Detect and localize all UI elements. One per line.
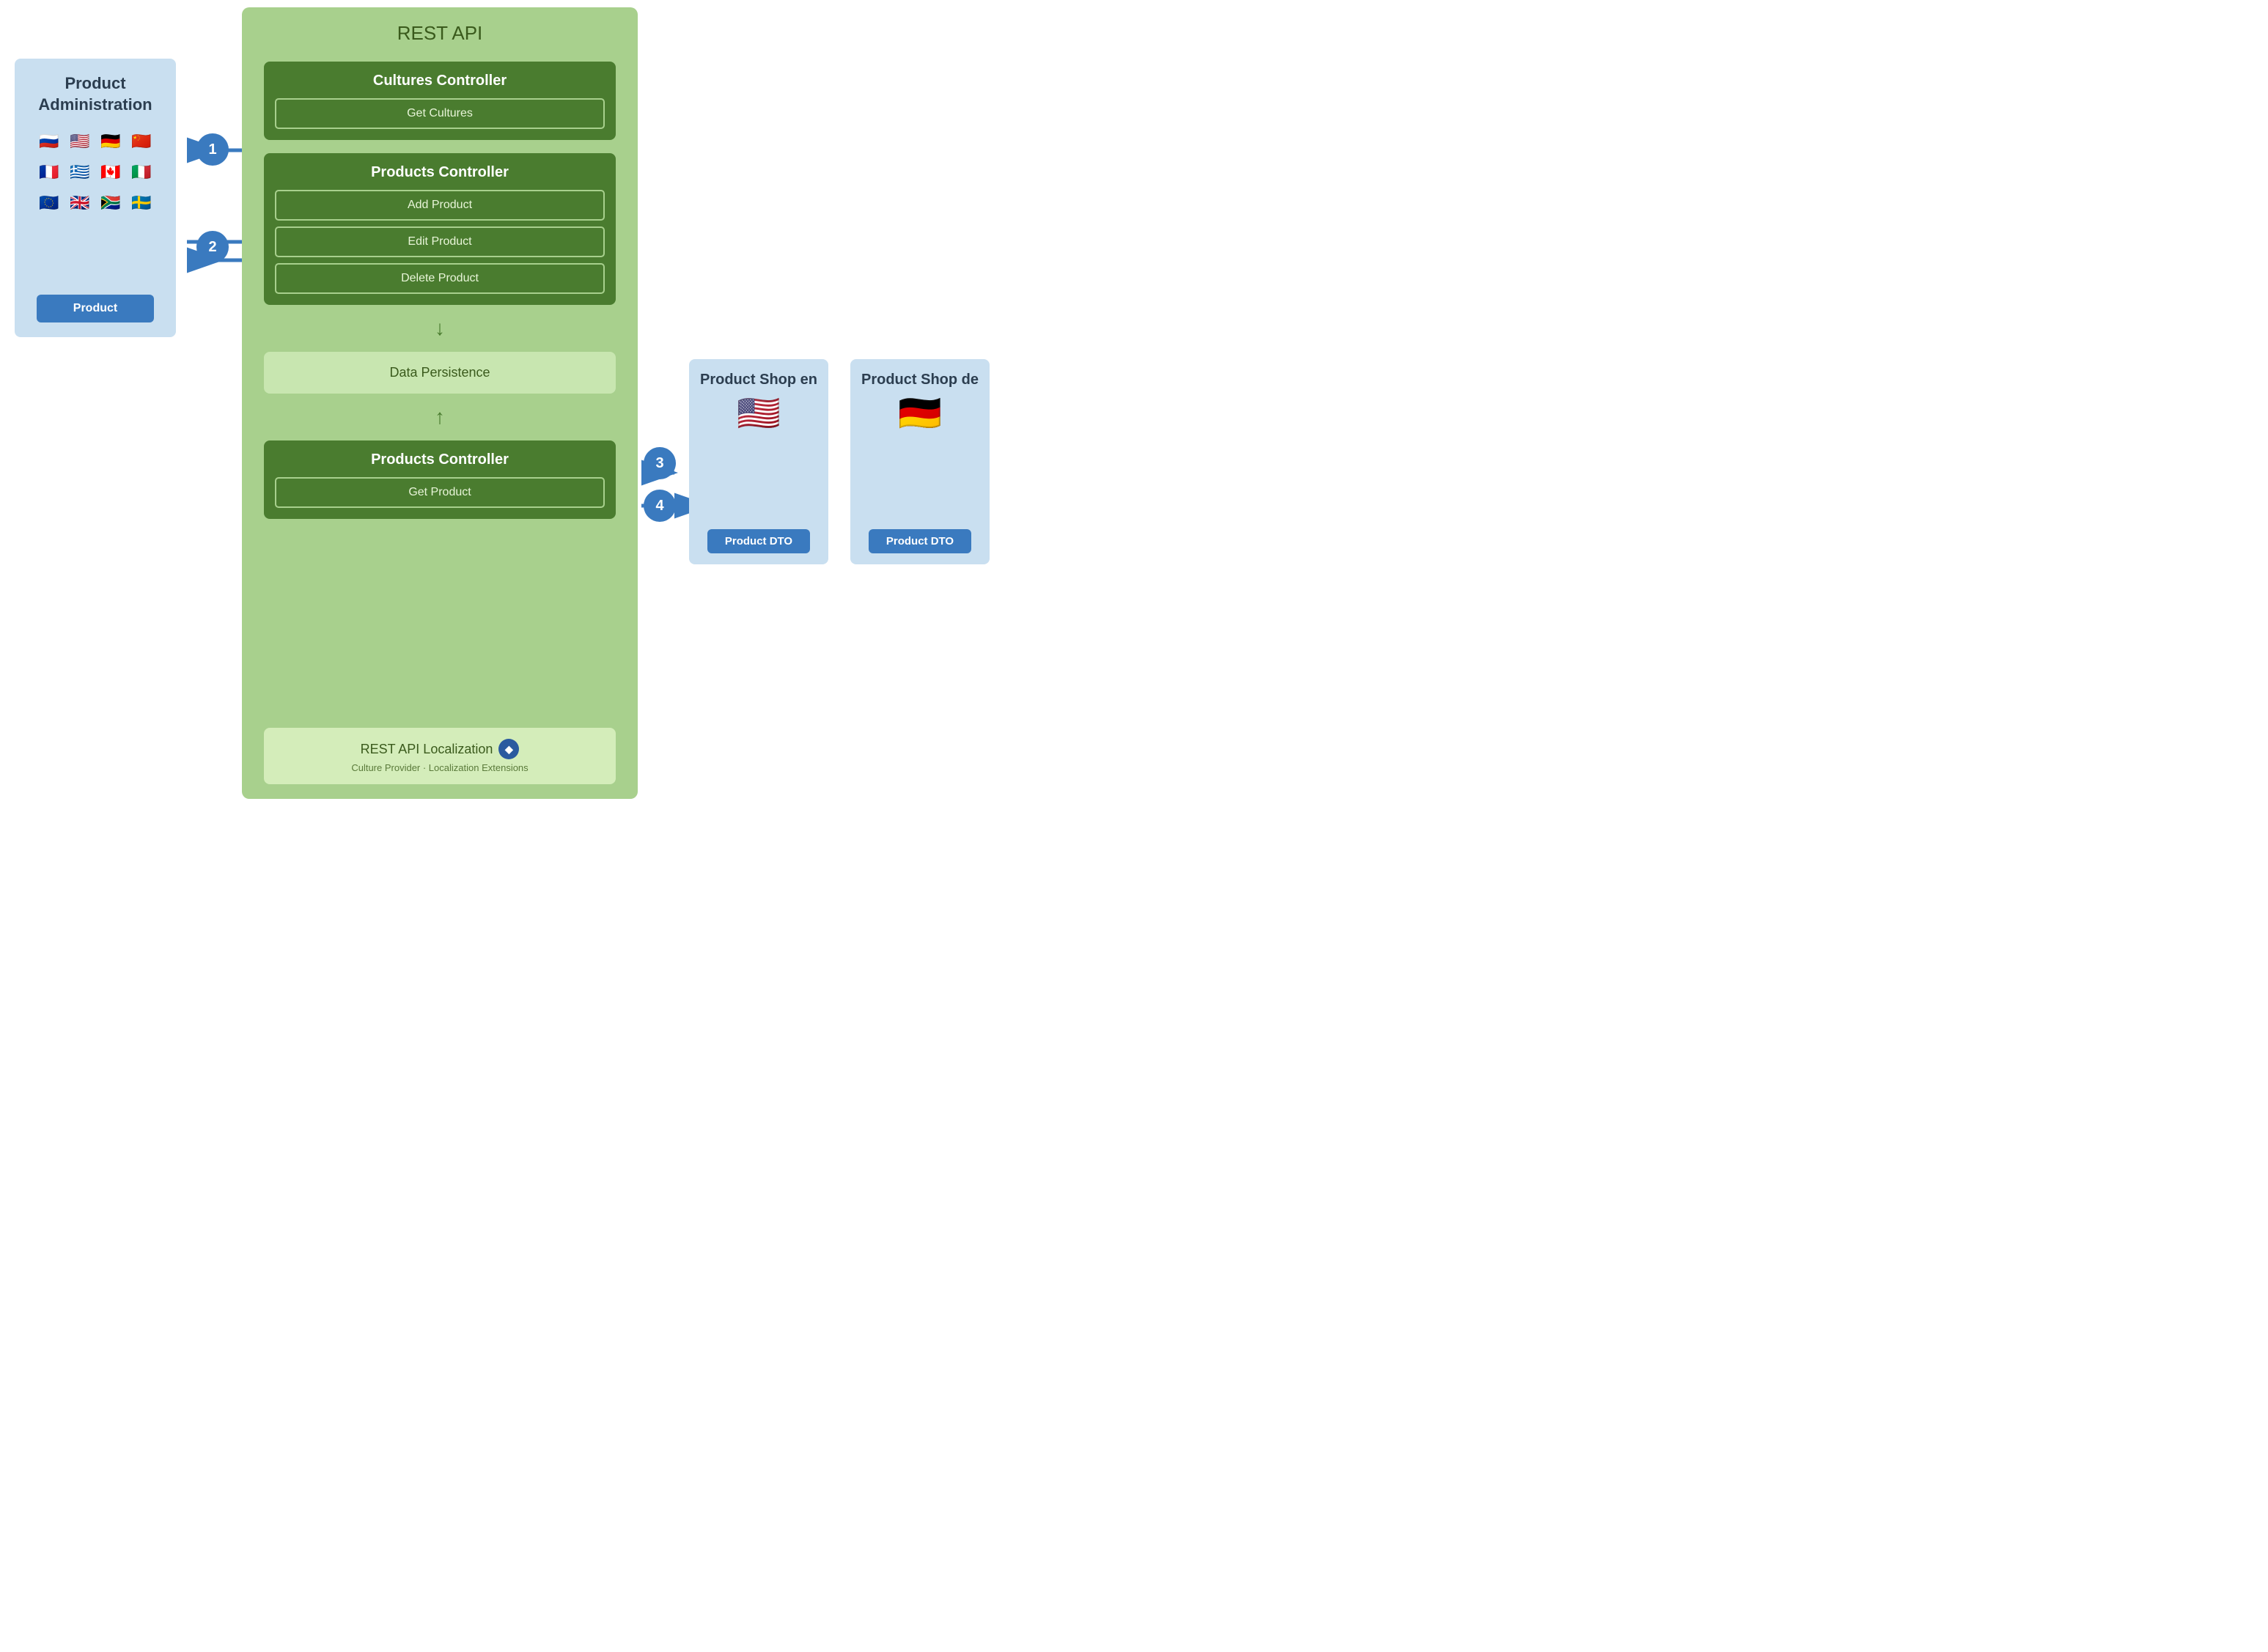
add-product-btn[interactable]: Add Product: [275, 190, 605, 221]
products-controller-bottom-title: Products Controller: [275, 451, 605, 468]
flag-gb: 🇬🇧: [67, 190, 93, 216]
badge-4: 4: [644, 490, 676, 522]
shop-en-box: Product Shop en 🇺🇸 Product DTO: [689, 359, 828, 564]
flag-eu: 🇪🇺: [36, 190, 62, 216]
flag-it: 🇮🇹: [128, 159, 155, 185]
rest-api-title: REST API: [397, 22, 483, 45]
shop-en-dto-btn[interactable]: Product DTO: [707, 529, 810, 553]
flag-ru: 🇷🇺: [36, 128, 62, 155]
flag-cn: 🇨🇳: [128, 128, 155, 155]
flag-us: 🇺🇸: [67, 128, 93, 155]
shop-de-dto-btn[interactable]: Product DTO: [869, 529, 971, 553]
cultures-controller-box: Cultures Controller Get Cultures: [264, 62, 616, 140]
localization-box: REST API Localization ◆ Culture Provider…: [264, 728, 616, 784]
flags-grid: 🇷🇺 🇺🇸 🇩🇪 🇨🇳 🇫🇷 🇬🇷 🇨🇦 🇮🇹 🇪🇺 🇬🇧 🇿🇦 🇸🇪: [36, 128, 155, 216]
flag-za: 🇿🇦: [97, 190, 124, 216]
badge-1: 1: [196, 133, 229, 166]
flag-ca: 🇨🇦: [97, 159, 124, 185]
data-persistence-box: Data Persistence: [264, 352, 616, 394]
edit-product-btn[interactable]: Edit Product: [275, 226, 605, 257]
flag-gr: 🇬🇷: [67, 159, 93, 185]
shop-de-box: Product Shop de 🇩🇪 Product DTO: [850, 359, 990, 564]
flag-fr: 🇫🇷: [36, 159, 62, 185]
localization-subtitle: Culture Provider · Localization Extensio…: [279, 762, 601, 773]
localization-title: REST API Localization ◆: [279, 739, 601, 759]
get-product-btn[interactable]: Get Product: [275, 477, 605, 508]
admin-box: Product Administration 🇷🇺 🇺🇸 🇩🇪 🇨🇳 🇫🇷 🇬🇷…: [15, 59, 176, 337]
down-arrow-1: ↓: [435, 318, 445, 339]
delete-product-btn[interactable]: Delete Product: [275, 263, 605, 294]
flag-se: 🇸🇪: [128, 190, 155, 216]
shop-de-title: Product Shop de: [861, 370, 979, 389]
admin-title: Product Administration: [26, 73, 165, 115]
products-controller-top-box: Products Controller Add Product Edit Pro…: [264, 153, 616, 305]
badge-2: 2: [196, 231, 229, 263]
plugin-icon: ◆: [498, 739, 519, 759]
product-button[interactable]: Product: [37, 295, 154, 322]
products-controller-top-title: Products Controller: [275, 164, 605, 181]
data-persistence-label: Data Persistence: [389, 365, 490, 380]
rest-api-box: REST API Cultures Controller Get Culture…: [242, 7, 638, 799]
cultures-controller-title: Cultures Controller: [275, 73, 605, 89]
shop-en-flag: 🇺🇸: [737, 397, 781, 432]
up-arrow-1: ↑: [435, 407, 445, 427]
shop-en-title: Product Shop en: [700, 370, 817, 389]
get-cultures-btn[interactable]: Get Cultures: [275, 98, 605, 129]
products-controller-bottom-box: Products Controller Get Product: [264, 440, 616, 519]
flag-de: 🇩🇪: [97, 128, 124, 155]
diagram-container: Product Administration 🇷🇺 🇺🇸 🇩🇪 🇨🇳 🇫🇷 🇬🇷…: [0, 0, 1134, 826]
badge-3: 3: [644, 447, 676, 479]
shop-de-flag: 🇩🇪: [898, 397, 942, 432]
